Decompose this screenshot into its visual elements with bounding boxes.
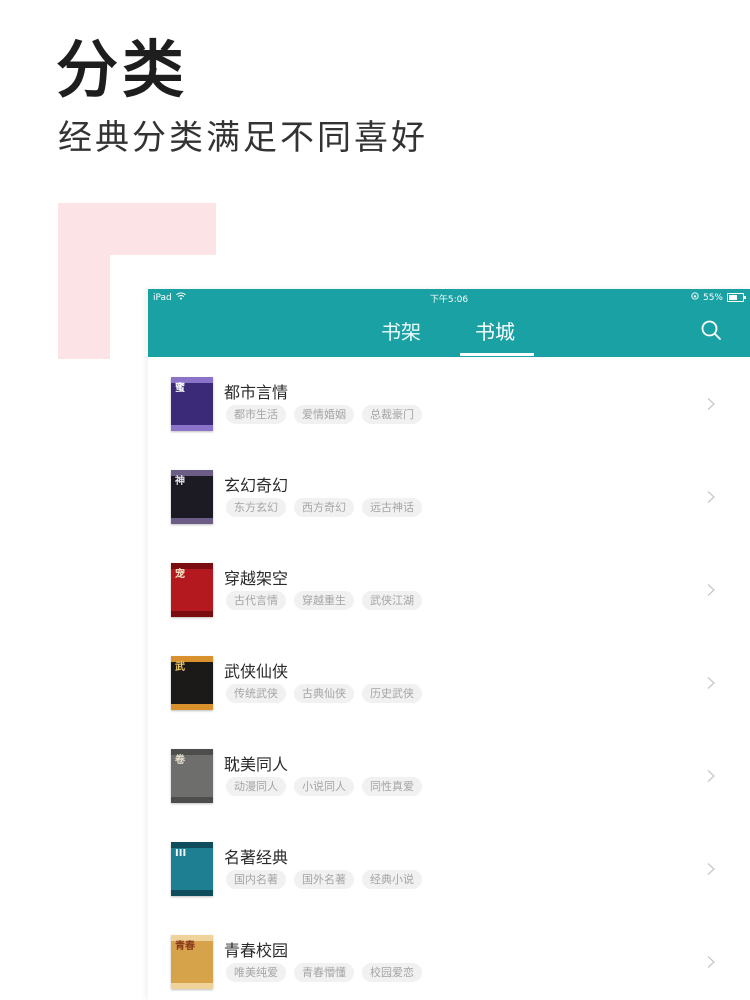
subcategory-tag[interactable]: 经典小说	[362, 870, 422, 889]
tab-bar: 书架 书城	[148, 307, 750, 357]
cover-stripe	[171, 611, 213, 617]
battery-percent: 55%	[702, 292, 723, 303]
category-row[interactable]: 卷 耽美同人动漫同人 小说同人 同性真爱	[148, 729, 750, 822]
subcategory-tag[interactable]: 西方奇幻	[294, 498, 354, 517]
subcategory-tag[interactable]: 青春懵懂	[294, 963, 354, 982]
subcategory-tag[interactable]: 历史武侠	[362, 684, 422, 703]
subcategory-tag[interactable]: 校园爱恋	[362, 963, 422, 982]
category-name: 玄幻奇幻	[224, 476, 289, 495]
tag-list: 东方玄幻 西方奇幻 远古神话	[226, 498, 422, 517]
subcategory-tag[interactable]: 国内名著	[226, 870, 286, 889]
cover-title-art: 卷	[175, 755, 185, 766]
category-row[interactable]: III 名著经典国内名著 国外名著 经典小说	[148, 822, 750, 915]
book-cover-image: 青春	[171, 935, 213, 989]
cover-title-art: 蜜	[175, 383, 185, 394]
tag-list: 唯美纯爱 青春懵懂 校园爱恋	[226, 963, 422, 982]
category-row[interactable]: 武 武侠仙侠传统武侠 古典仙侠 历史武侠	[148, 636, 750, 729]
chevron-right-icon	[704, 768, 718, 782]
cover-stripe	[171, 704, 213, 710]
subcategory-tag[interactable]: 穿越重生	[294, 591, 354, 610]
orientation-lock-icon	[691, 292, 699, 303]
chevron-right-icon	[704, 954, 718, 968]
book-cover-image: 蜜	[171, 377, 213, 431]
status-time: 下午5:06	[429, 295, 469, 305]
subcategory-tag[interactable]: 小说同人	[294, 777, 354, 796]
category-row[interactable]: 蜜 都市言情都市生活 爱情婚姻 总裁豪门	[148, 357, 750, 450]
category-name: 耽美同人	[224, 755, 289, 774]
book-cover-image: III	[171, 842, 213, 896]
cover-title-art: 神	[175, 476, 185, 487]
category-name: 名著经典	[224, 848, 289, 867]
cover-title-art: 青春	[175, 941, 195, 952]
subcategory-tag[interactable]: 古代言情	[226, 591, 286, 610]
tab-bookshelf[interactable]: 书架	[381, 316, 421, 345]
promo-title: 分类	[56, 33, 189, 106]
category-name: 都市言情	[224, 383, 289, 402]
subcategory-tag[interactable]: 都市生活	[226, 405, 286, 424]
book-cover-image: 神	[171, 470, 213, 524]
cover-title-art: III	[175, 848, 187, 859]
cover-stripe	[171, 797, 213, 803]
status-bar: iPad 下午5:06 55%	[148, 289, 750, 307]
cover-stripe	[171, 518, 213, 524]
top-navigation-bar: iPad 下午5:06 55% 书架 书城	[148, 289, 750, 357]
category-list: 蜜 都市言情都市生活 爱情婚姻 总裁豪门神 玄幻奇幻东方玄幻 西方奇幻 远古神话宠 穿越架空古…	[148, 357, 750, 1000]
cover-stripe	[171, 425, 213, 431]
tag-list: 传统武侠 古典仙侠 历史武侠	[226, 684, 422, 703]
search-icon[interactable]	[699, 318, 723, 342]
chevron-right-icon	[704, 489, 718, 503]
category-row[interactable]: 青春 青春校园唯美纯爱 青春懵懂 校园爱恋	[148, 915, 750, 1000]
book-cover-image: 卷	[171, 749, 213, 803]
subcategory-tag[interactable]: 唯美纯爱	[226, 963, 286, 982]
subcategory-tag[interactable]: 爱情婚姻	[294, 405, 354, 424]
ipad-screen: iPad 下午5:06 55% 书架 书城 蜜 都市言情 都市生活 爱情婚姻 总…	[148, 289, 750, 1000]
tag-list: 动漫同人 小说同人 同性真爱	[226, 777, 422, 796]
chevron-right-icon	[704, 861, 718, 875]
cover-title-art: 武	[175, 662, 185, 673]
tag-list: 国内名著 国外名著 经典小说	[226, 870, 422, 889]
category-name: 青春校园	[224, 941, 289, 960]
chevron-right-icon	[704, 675, 718, 689]
chevron-right-icon	[704, 582, 718, 596]
category-name: 穿越架空	[224, 569, 289, 588]
subcategory-tag[interactable]: 动漫同人	[226, 777, 286, 796]
book-cover-image: 武	[171, 656, 213, 710]
subcategory-tag[interactable]: 远古神话	[362, 498, 422, 517]
cover-stripe	[171, 983, 213, 989]
battery-icon	[727, 293, 746, 302]
tag-list: 都市生活 爱情婚姻 总裁豪门	[226, 405, 422, 424]
battery-level	[729, 295, 738, 300]
cover-stripe	[171, 890, 213, 896]
status-right: 55%	[691, 292, 746, 303]
promo-subtitle: 经典分类满足不同喜好	[58, 118, 428, 158]
tab-bookstore[interactable]: 书城	[475, 316, 515, 345]
tag-list: 古代言情 穿越重生 武侠江湖	[226, 591, 422, 610]
subcategory-tag[interactable]: 同性真爱	[362, 777, 422, 796]
book-cover-image: 宠	[171, 563, 213, 617]
subcategory-tag[interactable]: 总裁豪门	[362, 405, 422, 424]
category-row[interactable]: 宠 穿越架空古代言情 穿越重生 武侠江湖	[148, 543, 750, 636]
cover-title-art: 宠	[175, 569, 185, 580]
category-name: 武侠仙侠	[224, 662, 289, 681]
subcategory-tag[interactable]: 古典仙侠	[294, 684, 354, 703]
category-row[interactable]: 神 玄幻奇幻东方玄幻 西方奇幻 远古神话	[148, 450, 750, 543]
subcategory-tag[interactable]: 传统武侠	[226, 684, 286, 703]
subcategory-tag[interactable]: 武侠江湖	[362, 591, 422, 610]
subcategory-tag[interactable]: 国外名著	[294, 870, 354, 889]
chevron-right-icon	[704, 396, 718, 410]
subcategory-tag[interactable]: 东方玄幻	[226, 498, 286, 517]
active-tab-indicator	[460, 353, 534, 356]
